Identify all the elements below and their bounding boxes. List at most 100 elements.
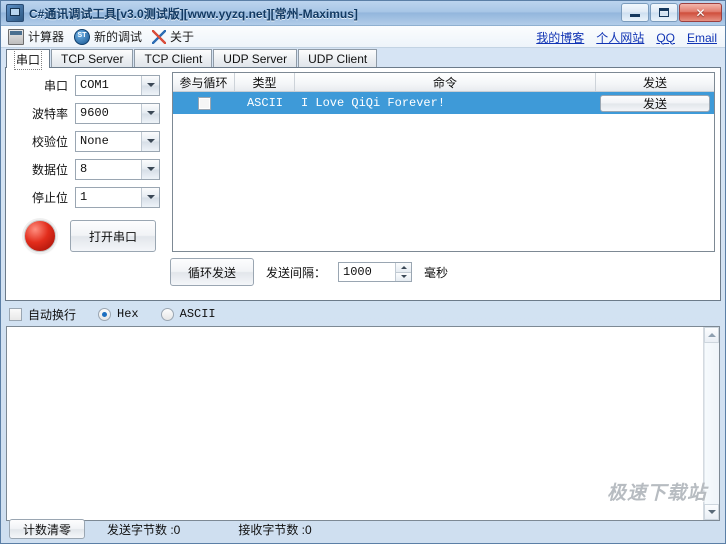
- log-area: [6, 326, 720, 521]
- new-debug-icon: ST: [74, 28, 91, 45]
- parity-combo[interactable]: None: [75, 130, 160, 152]
- tab-serial-port-label: 串口: [13, 48, 43, 70]
- tab-tcp-server[interactable]: TCP Server: [51, 49, 134, 68]
- toolbar-item-calculator-label: 计算器: [28, 30, 65, 44]
- tab-panel-serial-port: 串口 COM1 波特率 9600 校验位 None 数据位 8 停止位 1 打开…: [5, 67, 721, 301]
- row-send-cell: 发送: [596, 92, 714, 114]
- tab-udp-server-label: UDP Server: [223, 52, 288, 66]
- field-port: 串口 COM1: [6, 74, 166, 96]
- column-header-send[interactable]: 发送: [596, 73, 714, 91]
- databits-combo-button[interactable]: [141, 159, 159, 179]
- close-button[interactable]: ✕: [679, 3, 722, 22]
- maximize-icon: [659, 8, 669, 17]
- app-icon: [6, 4, 24, 22]
- databits-combo-value: 8: [80, 162, 88, 176]
- tab-udp-client-label: UDP Client: [308, 52, 368, 66]
- databits-combo[interactable]: 8: [75, 158, 160, 180]
- toolbar-item-calculator[interactable]: 计算器: [5, 27, 71, 46]
- interval-unit: 毫秒: [424, 265, 449, 280]
- chevron-down-icon: [707, 510, 716, 514]
- interval-value[interactable]: 1000: [339, 265, 372, 279]
- chevron-down-icon: [146, 83, 155, 87]
- command-panel: 参与循环 类型 命令 发送 ASCII I Love QiQi Forever!…: [166, 68, 720, 300]
- interval-stepper[interactable]: 1000: [338, 262, 413, 282]
- scroll-track[interactable]: [704, 343, 719, 504]
- close-icon: ✕: [695, 5, 706, 20]
- stopbits-combo[interactable]: 1: [75, 186, 160, 208]
- interval-decrement-button[interactable]: [395, 271, 412, 281]
- toolbar-links: 我的博客 个人网站 QQ Email: [536, 29, 717, 46]
- link-qq[interactable]: QQ: [656, 31, 675, 45]
- loop-send-row: 循环发送 发送间隔： 1000 毫秒: [166, 258, 448, 286]
- toolbar-item-new-debug[interactable]: ST 新的调试: [71, 27, 149, 46]
- stopbits-combo-value: 1: [80, 190, 88, 204]
- port-combo-button[interactable]: [141, 75, 159, 95]
- port-combo-value: COM1: [80, 78, 109, 92]
- link-email[interactable]: Email: [687, 31, 717, 45]
- display-options-row: 自动换行 Hex ASCII: [1, 304, 725, 324]
- baudrate-combo[interactable]: 9600: [75, 102, 160, 124]
- port-combo[interactable]: COM1: [75, 74, 160, 96]
- parity-combo-button[interactable]: [141, 131, 159, 151]
- chevron-down-icon: [146, 111, 155, 115]
- link-personal-site[interactable]: 个人网站: [596, 29, 644, 46]
- baudrate-combo-button[interactable]: [141, 103, 159, 123]
- autowrap-label[interactable]: 自动换行: [28, 306, 76, 323]
- field-parity-label: 校验位: [31, 134, 68, 149]
- clear-counter-button[interactable]: 计数清零: [9, 519, 85, 539]
- chevron-down-icon: [146, 195, 155, 199]
- log-scrollbar[interactable]: [703, 327, 719, 520]
- stopbits-combo-button[interactable]: [141, 187, 159, 207]
- row-loop-checkbox[interactable]: [197, 96, 211, 110]
- row-command-cell: I Love QiQi Forever!: [301, 96, 446, 110]
- interval-stepper-buttons: [395, 263, 412, 281]
- tab-tcp-client[interactable]: TCP Client: [134, 49, 213, 68]
- hex-label[interactable]: Hex: [117, 307, 139, 321]
- field-stopbits-label: 停止位: [31, 190, 68, 205]
- field-databits: 数据位 8: [6, 158, 166, 180]
- log-textarea[interactable]: [7, 327, 703, 520]
- link-my-blog[interactable]: 我的博客: [536, 29, 584, 46]
- field-baudrate: 波特率 9600: [6, 102, 166, 124]
- tab-udp-server[interactable]: UDP Server: [213, 49, 298, 68]
- column-header-loop[interactable]: 参与循环: [173, 73, 235, 91]
- toolbar-item-about[interactable]: 关于: [149, 27, 201, 46]
- chevron-up-icon: [400, 265, 407, 269]
- tab-strip: 串口 TCP Server TCP Client UDP Server UDP …: [1, 48, 725, 70]
- field-parity: 校验位 None: [6, 130, 166, 152]
- tab-tcp-client-label: TCP Client: [144, 52, 203, 66]
- chevron-down-icon: [146, 167, 155, 171]
- tab-serial-port[interactable]: 串口: [6, 48, 51, 70]
- column-header-command[interactable]: 命令: [295, 73, 596, 91]
- ascii-label[interactable]: ASCII: [180, 307, 216, 321]
- calculator-icon: [8, 28, 24, 45]
- interval-increment-button[interactable]: [395, 263, 412, 272]
- title-bar: C#通讯调试工具[v3.0测试版][www.yyzq.net][常州-Maxim…: [1, 1, 725, 26]
- open-port-button[interactable]: 打开串口: [70, 220, 156, 252]
- column-header-type[interactable]: 类型: [235, 73, 295, 91]
- chevron-down-icon: [146, 139, 155, 143]
- command-list: 参与循环 类型 命令 发送 ASCII I Love QiQi Forever!…: [172, 72, 715, 252]
- field-databits-label: 数据位: [31, 162, 68, 177]
- field-stopbits: 停止位 1: [6, 186, 166, 208]
- row-loop-cell[interactable]: [173, 92, 235, 114]
- autowrap-checkbox[interactable]: [9, 307, 22, 321]
- hex-radio[interactable]: [98, 307, 112, 321]
- chevron-up-icon: [707, 333, 716, 337]
- ascii-radio[interactable]: [160, 307, 174, 321]
- maximize-button[interactable]: [650, 3, 678, 22]
- row-send-button[interactable]: 发送: [600, 94, 710, 112]
- open-port-row: 打开串口: [6, 220, 166, 252]
- window-title: C#通讯调试工具[v3.0测试版][www.yyzq.net][常州-Maxim…: [29, 6, 358, 21]
- loop-send-button[interactable]: 循环发送: [170, 258, 254, 286]
- tab-tcp-server-label: TCP Server: [61, 52, 124, 66]
- table-row[interactable]: ASCII I Love QiQi Forever! 发送: [173, 92, 714, 114]
- chevron-down-icon: [400, 275, 407, 279]
- tab-udp-client[interactable]: UDP Client: [298, 49, 378, 68]
- app-window: C#通讯调试工具[v3.0测试版][www.yyzq.net][常州-Maxim…: [0, 0, 726, 544]
- minimize-button[interactable]: [621, 3, 649, 22]
- scroll-up-button[interactable]: [704, 327, 719, 343]
- received-bytes-label: 接收字节数 :0: [238, 522, 312, 537]
- field-port-label: 串口: [43, 78, 68, 93]
- status-led: [24, 220, 56, 252]
